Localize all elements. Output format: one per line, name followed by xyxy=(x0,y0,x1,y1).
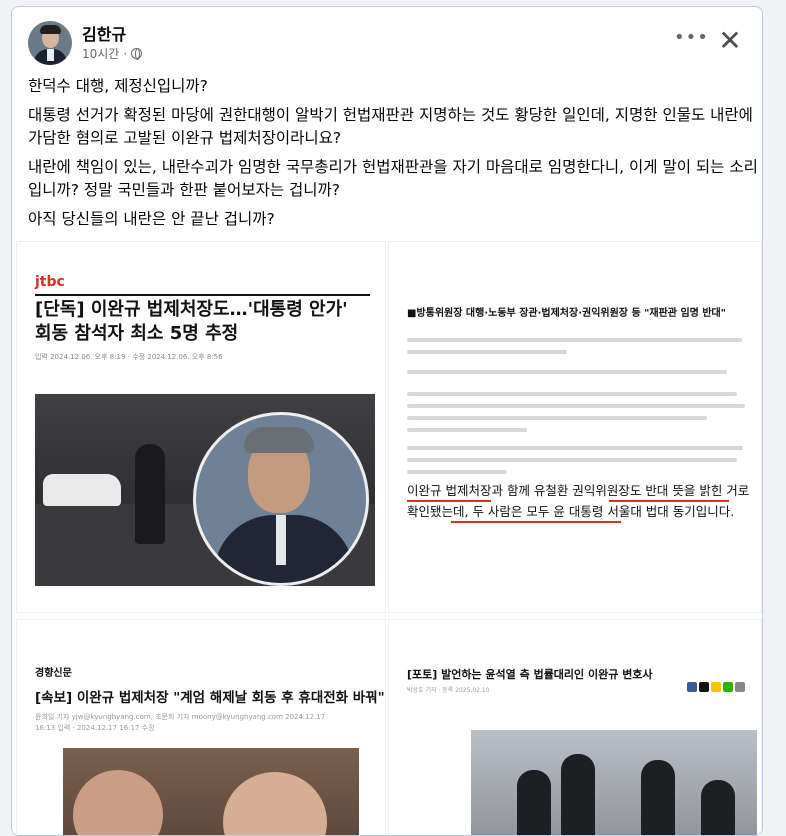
photo-article-headline: [포토] 발언하는 윤석열 측 법률대리인 이완규 변호사 xyxy=(407,668,653,681)
naver-icon[interactable] xyxy=(723,682,733,692)
photo-photo-article[interactable]: [포토] 발언하는 윤석열 측 법률대리인 이완규 변호사 박상호 기자 · 등… xyxy=(388,619,762,835)
inset-portrait xyxy=(193,412,369,586)
meta-separator: · xyxy=(123,46,128,61)
post-paragraph: 내란에 책임이 있는, 내란수괴가 임명한 국무총리가 헌법재판관을 자기 마음… xyxy=(28,158,758,199)
close-icon[interactable]: ✕ xyxy=(715,27,745,57)
post-body: 한덕수 대행, 제정신입니까? 대통령 선거가 확정된 마당에 권한대행이 알박… xyxy=(28,75,758,237)
facebook-icon[interactable] xyxy=(687,682,697,692)
post-meta: 10시간 · xyxy=(82,45,143,62)
post-card: 김한규 10시간 · ••• ✕ 한덕수 대행, 제정신입니까? 대통령 선거가… xyxy=(11,6,763,836)
kyunghyang-logo: 경향신문 xyxy=(35,668,72,679)
post-paragraph: 대통령 선거가 확정된 마당에 권한대행이 알박기 헌법재판관 지명하는 것도 … xyxy=(28,106,753,147)
jtbc-logo: jtbc xyxy=(35,274,65,290)
author-name[interactable]: 김한규 xyxy=(82,21,126,45)
press-photo xyxy=(471,730,757,835)
link-icon[interactable] xyxy=(735,682,745,692)
post-time[interactable]: 10시간 xyxy=(82,45,119,62)
headline-rule xyxy=(35,294,370,296)
photo-jtbc-article[interactable]: jtbc [단독] 이완규 법제처장도…'대통령 안가' 회동 참석자 최소 5… xyxy=(16,241,386,613)
public-globe-icon xyxy=(131,48,143,60)
share-icons[interactable] xyxy=(687,682,745,692)
kyunghyang-headline: [속보] 이완규 법제처장 "계엄 해제날 회동 후 휴대전화 바꿔" xyxy=(35,690,385,706)
x-icon[interactable] xyxy=(699,682,709,692)
more-options-button[interactable]: ••• xyxy=(674,29,708,51)
photo-article-meta: 박상호 기자 · 등록 2025.02.10 xyxy=(407,687,490,694)
author-avatar[interactable] xyxy=(28,21,72,65)
kyunghyang-photo xyxy=(63,748,359,835)
post-paragraph: 아직 당신들의 내란은 안 끝난 겁니까? xyxy=(28,210,275,228)
document-heading: ■방통위원장 대행·노동부 장관·법제처장·권익위원장 등 "재판관 임명 반대… xyxy=(407,308,726,319)
photo-kyunghyang-article[interactable]: 경향신문 [속보] 이완규 법제처장 "계엄 해제날 회동 후 휴대전화 바꿔"… xyxy=(16,619,386,835)
photo-grid: jtbc [단독] 이완규 법제처장도…'대통령 안가' 회동 참석자 최소 5… xyxy=(12,241,762,835)
post-paragraph: 한덕수 대행, 제정신입니까? xyxy=(28,77,208,95)
jtbc-headline: [단독] 이완규 법제처장도…'대통령 안가' 회동 참석자 최소 5명 추정 xyxy=(35,299,348,344)
news-photo xyxy=(35,394,375,586)
kakao-icon[interactable] xyxy=(711,682,721,692)
kyunghyang-meta: 윤희일 기자 yjw@kyunghyang.com, 조문희 기자 moony@… xyxy=(35,713,326,732)
jtbc-article-meta: 입력 2024.12.06. 오후 8:19 · 수정 2024.12.06. … xyxy=(35,353,223,361)
photo-report-document[interactable]: ■방통위원장 대행·노동부 장관·법제처장·권익위원장 등 "재판관 임명 반대… xyxy=(388,241,762,613)
